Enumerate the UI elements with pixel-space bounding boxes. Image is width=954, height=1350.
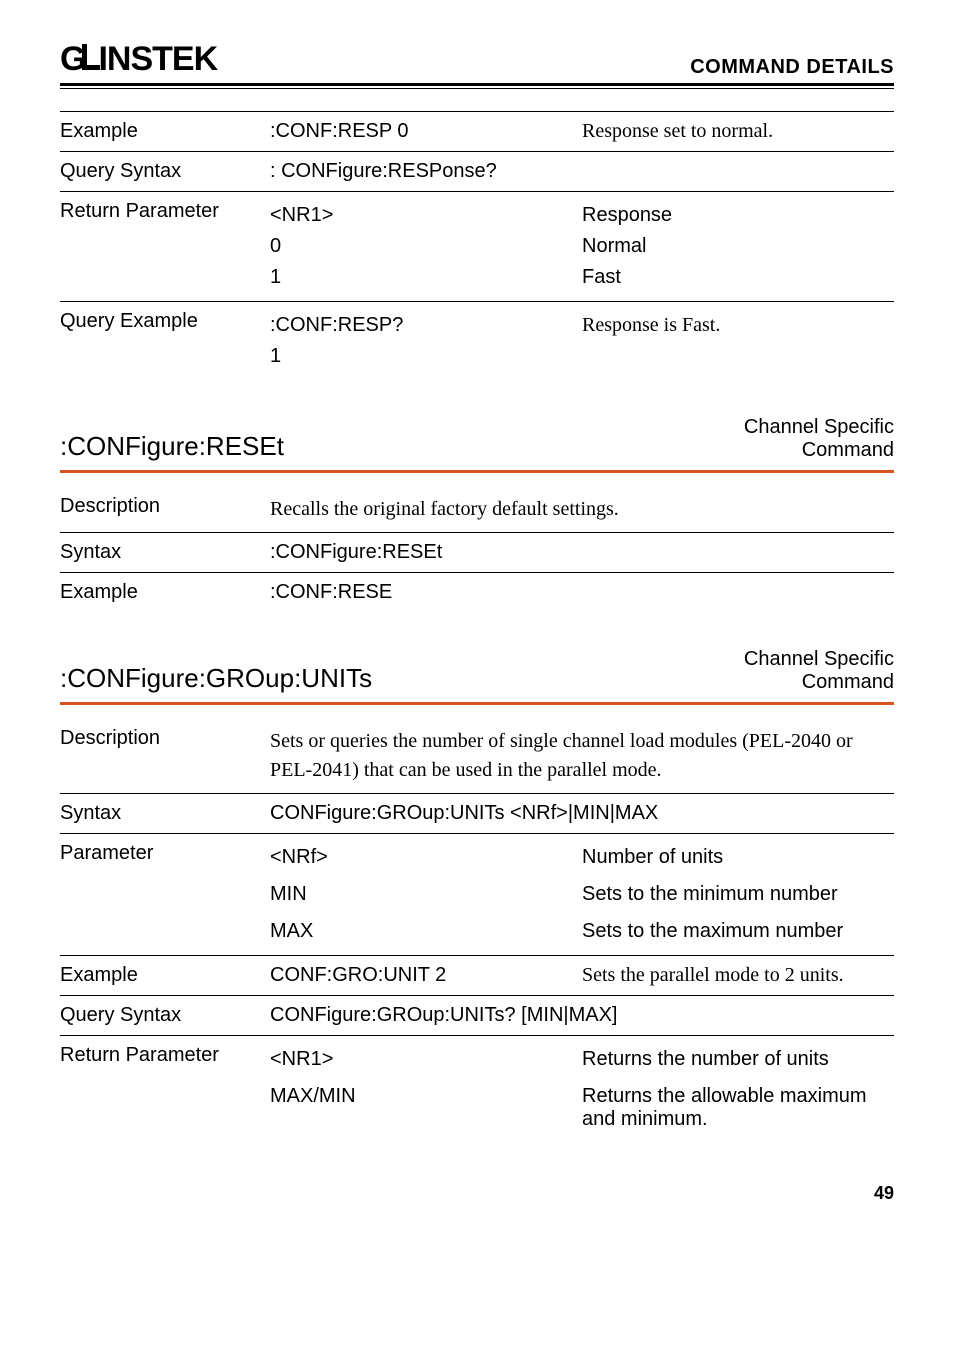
group-label-example: Example bbox=[60, 964, 270, 987]
group-label-return-parameter: Return Parameter bbox=[60, 1044, 270, 1067]
group-row-parameter: Parameter <NRf> Number of units MIN Sets… bbox=[60, 834, 894, 956]
reset-label-example: Example bbox=[60, 581, 270, 604]
query-example-cmd: :CONF:RESP? bbox=[270, 314, 582, 337]
header-rule bbox=[60, 83, 894, 89]
section-head-group: :CONFigure:GROup:UNITs Channel Specific … bbox=[60, 648, 894, 702]
group-label-query-syntax: Query Syntax bbox=[60, 1004, 270, 1027]
row-query-syntax: Query Syntax : CONFigure:RESPonse? bbox=[60, 152, 894, 192]
param-desc-2: Sets to the maximum number bbox=[582, 920, 894, 943]
logo-text-2: INSTEK bbox=[98, 40, 217, 79]
group-row-example: Example CONF:GRO:UNIT 2 Sets the paralle… bbox=[60, 956, 894, 996]
row-return-parameter: Return Parameter <NR1> Response 0 Normal… bbox=[60, 192, 894, 302]
section-badge-group: Channel Specific Command bbox=[744, 648, 894, 694]
group-row-return-parameter: Return Parameter <NR1> Returns the numbe… bbox=[60, 1036, 894, 1143]
group-description-text: Sets or queries the number of single cha… bbox=[270, 727, 894, 785]
label-query-example: Query Example bbox=[60, 310, 270, 333]
group-example-cmd: CONF:GRO:UNIT 2 bbox=[270, 964, 582, 987]
header-section-title: COMMAND DETAILS bbox=[690, 56, 894, 79]
label-query-syntax: Query Syntax bbox=[60, 160, 270, 183]
rp-val-0: 0 bbox=[270, 235, 582, 258]
group-rp-val-1: MAX/MIN bbox=[270, 1085, 582, 1131]
group-rp-desc-1: Returns the allowable maximum and minimu… bbox=[582, 1085, 894, 1131]
page-header: G INSTEK COMMAND DETAILS bbox=[60, 40, 894, 79]
reset-row-syntax: Syntax :CONFigure:RESEt bbox=[60, 533, 894, 573]
group-label-parameter: Parameter bbox=[60, 842, 270, 865]
rp-val-1: 1 bbox=[270, 266, 582, 289]
group-parameter-block: <NRf> Number of units MIN Sets to the mi… bbox=[270, 842, 894, 947]
rp-desc-0: Normal bbox=[582, 235, 894, 258]
section-title-group: :CONFigure:GROup:UNITs bbox=[60, 663, 372, 694]
group-rp-desc-0: Returns the number of units bbox=[582, 1048, 894, 1071]
section-rule-group bbox=[60, 702, 894, 705]
reset-syntax-value: :CONFigure:RESEt bbox=[270, 541, 894, 564]
reset-row-description: Description Recalls the original factory… bbox=[60, 487, 894, 533]
group-return-parameter-block: <NR1> Returns the number of units MAX/MI… bbox=[270, 1044, 894, 1135]
badge-line2: Command bbox=[744, 439, 894, 462]
logo-connector-icon bbox=[82, 44, 100, 70]
group-label-syntax: Syntax bbox=[60, 802, 270, 825]
row-query-example: Query Example :CONF:RESP? Response is Fa… bbox=[60, 302, 894, 380]
section-title-reset: :CONFigure:RESEt bbox=[60, 431, 284, 462]
page-number: 49 bbox=[60, 1183, 894, 1204]
query-example-cmd2: 1 bbox=[270, 345, 582, 368]
group-row-description: Description Sets or queries the number o… bbox=[60, 719, 894, 794]
param-desc-1: Sets to the minimum number bbox=[582, 883, 894, 906]
group-rp-val-0: <NR1> bbox=[270, 1048, 582, 1071]
rp-desc-1: Fast bbox=[582, 266, 894, 289]
badge-line1: Channel Specific bbox=[744, 648, 894, 671]
section-badge-reset: Channel Specific Command bbox=[744, 416, 894, 462]
group-example-desc: Sets the parallel mode to 2 units. bbox=[582, 964, 894, 987]
section-head-reset: :CONFigure:RESEt Channel Specific Comman… bbox=[60, 416, 894, 470]
param-val-1: MIN bbox=[270, 883, 582, 906]
badge-line1: Channel Specific bbox=[744, 416, 894, 439]
param-val-0: <NRf> bbox=[270, 846, 582, 869]
label-example: Example bbox=[60, 120, 270, 143]
example-description: Response set to normal. bbox=[582, 120, 894, 143]
badge-line2: Command bbox=[744, 671, 894, 694]
reset-label-syntax: Syntax bbox=[60, 541, 270, 564]
return-param-header: Response bbox=[582, 204, 894, 227]
empty bbox=[582, 345, 894, 368]
reset-description-text: Recalls the original factory default set… bbox=[270, 495, 894, 524]
param-desc-0: Number of units bbox=[582, 846, 894, 869]
param-val-2: MAX bbox=[270, 920, 582, 943]
group-row-syntax: Syntax CONFigure:GROup:UNITs <NRf>|MIN|M… bbox=[60, 794, 894, 834]
group-syntax-value: CONFigure:GROup:UNITs <NRf>|MIN|MAX bbox=[270, 802, 894, 825]
group-row-query-syntax: Query Syntax CONFigure:GROup:UNITs? [MIN… bbox=[60, 996, 894, 1036]
group-label-description: Description bbox=[60, 727, 270, 750]
return-param-type: <NR1> bbox=[270, 204, 582, 227]
section-rule-reset bbox=[60, 470, 894, 473]
row-example: Example :CONF:RESP 0 Response set to nor… bbox=[60, 111, 894, 152]
query-syntax-value: : CONFigure:RESPonse? bbox=[270, 160, 582, 183]
query-example-desc: Response is Fast. bbox=[582, 314, 894, 337]
reset-example-value: :CONF:RESE bbox=[270, 581, 894, 604]
query-example-block: :CONF:RESP? Response is Fast. 1 bbox=[270, 310, 894, 372]
return-parameter-block: <NR1> Response 0 Normal 1 Fast bbox=[270, 200, 894, 293]
group-query-syntax-value: CONFigure:GROup:UNITs? [MIN|MAX] bbox=[270, 1004, 894, 1027]
reset-row-example: Example :CONF:RESE bbox=[60, 573, 894, 612]
reset-label-description: Description bbox=[60, 495, 270, 518]
brand-logo: G INSTEK bbox=[60, 40, 217, 79]
example-command: :CONF:RESP 0 bbox=[270, 120, 582, 143]
logo-text-1: G bbox=[60, 40, 84, 79]
label-return-parameter: Return Parameter bbox=[60, 200, 270, 223]
